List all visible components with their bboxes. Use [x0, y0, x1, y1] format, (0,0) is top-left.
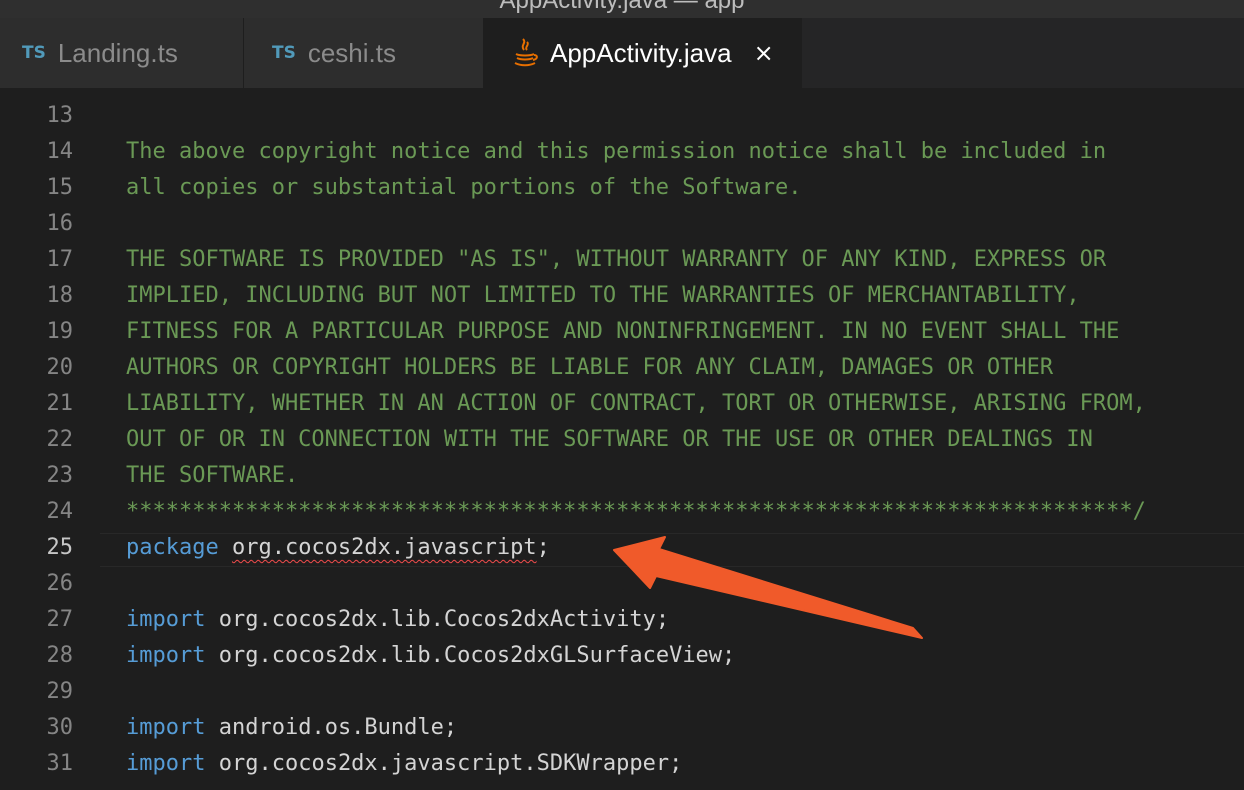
window-titlebar: AppActivity.java — app — [0, 0, 1244, 18]
editor-tab-bar: TS Landing.ts TS ceshi.ts AppActivity.ja… — [0, 18, 1244, 88]
code-editor[interactable]: , , , , , , , , , , , , , 13 14 The abov… — [0, 88, 1244, 790]
ts-file-icon: TS — [272, 43, 296, 63]
semicolon: ; — [536, 535, 550, 560]
code-line: 13 — [0, 98, 1244, 134]
line-number: 19 — [46, 319, 74, 344]
code-text: OUT OF OR IN CONNECTION WITH THE SOFTWAR… — [126, 427, 1093, 452]
line-number: 13 — [46, 103, 74, 128]
code-text: import org.cocos2dx.lib.Cocos2dxActivity… — [126, 602, 669, 638]
code-text: package org.cocos2dx.javascript; — [126, 530, 550, 566]
code-line: 29 — [0, 674, 1244, 710]
line-number: 31 — [46, 751, 74, 776]
code-line: 21 LIABILITY, WHETHER IN AN ACTION OF CO… — [0, 386, 1244, 422]
code-text: all copies or substantial portions of th… — [126, 175, 802, 200]
code-line: 17 THE SOFTWARE IS PROVIDED "AS IS", WIT… — [0, 242, 1244, 278]
line-number: 21 — [46, 391, 74, 416]
tab-label: Landing.ts — [57, 37, 178, 68]
line-number: 28 — [46, 643, 74, 668]
window-title: AppActivity.java — app — [499, 0, 745, 14]
line-number: 30 — [46, 715, 74, 740]
code-text: ****************************************… — [126, 499, 1146, 524]
code-text: import android.os.Bundle; — [126, 710, 457, 746]
code-line: 19 FITNESS FOR A PARTICULAR PURPOSE AND … — [0, 314, 1244, 350]
keyword: import — [126, 643, 206, 668]
code-line: 22 OUT OF OR IN CONNECTION WITH THE SOFT… — [0, 422, 1244, 458]
code-line: 27 import org.cocos2dx.lib.Cocos2dxActiv… — [0, 602, 1244, 638]
code-line: 31 import org.cocos2dx.javascript.SDKWra… — [0, 746, 1244, 782]
import-path: android.os.Bundle; — [218, 715, 458, 740]
code-text: LIABILITY, WHETHER IN AN ACTION OF CONTR… — [126, 391, 1146, 416]
code-text: import org.cocos2dx.lib.Cocos2dxGLSurfac… — [126, 638, 735, 674]
keyword: import — [126, 715, 206, 740]
code-line: 26 — [0, 566, 1244, 602]
keyword: import — [126, 751, 206, 776]
line-number: 25 — [46, 535, 74, 560]
line-number: 26 — [46, 571, 74, 596]
close-tab-icon[interactable]: × — [754, 39, 774, 67]
tab-landing-ts[interactable]: TS Landing.ts — [0, 18, 244, 88]
line-number: 23 — [46, 463, 74, 488]
scrolled-line-fragment: , , , , , , , , , , , , , — [126, 88, 926, 94]
code-line: 24 *************************************… — [0, 494, 1244, 530]
tab-label: AppActivity.java — [550, 37, 732, 68]
code-line: 30 import android.os.Bundle; — [0, 710, 1244, 746]
code-line: 20 AUTHORS OR COPYRIGHT HOLDERS BE LIABL… — [0, 350, 1244, 386]
code-text: THE SOFTWARE. — [126, 463, 299, 488]
code-line: 15 all copies or substantial portions of… — [0, 170, 1244, 206]
line-number: 17 — [46, 247, 74, 272]
code-text: AUTHORS OR COPYRIGHT HOLDERS BE LIABLE F… — [126, 355, 1054, 380]
ts-file-icon: TS — [22, 43, 46, 63]
java-file-icon — [512, 37, 538, 69]
keyword: package — [126, 535, 219, 560]
line-number: 27 — [46, 607, 74, 632]
code-text: FITNESS FOR A PARTICULAR PURPOSE AND NON… — [126, 319, 1120, 344]
code-text: import org.cocos2dx.javascript.SDKWrappe… — [126, 746, 682, 782]
code-line: 23 THE SOFTWARE. — [0, 458, 1244, 494]
line-number: 16 — [46, 211, 74, 236]
line-number: 29 — [46, 679, 74, 704]
import-path: org.cocos2dx.lib.Cocos2dxGLSurfaceView; — [218, 643, 736, 668]
code-line: 28 import org.cocos2dx.lib.Cocos2dxGLSur… — [0, 638, 1244, 674]
import-path: org.cocos2dx.javascript.SDKWrapper; — [218, 751, 683, 776]
code-text: The above copyright notice and this perm… — [126, 139, 1107, 164]
import-path: org.cocos2dx.lib.Cocos2dxActivity; — [218, 607, 670, 632]
tab-label: ceshi.ts — [307, 37, 396, 68]
line-number: 20 — [46, 355, 74, 380]
line-number: 15 — [46, 175, 74, 200]
tab-appactivity-java[interactable]: AppActivity.java × — [484, 18, 802, 88]
error-squiggle-package-name[interactable]: org.cocos2dx.javascript — [232, 535, 537, 560]
line-number: 22 — [46, 427, 74, 452]
line-number: 24 — [46, 499, 74, 524]
keyword: import — [126, 607, 206, 632]
code-line: 18 IMPLIED, INCLUDING BUT NOT LIMITED TO… — [0, 278, 1244, 314]
code-line-current: 25 package org.cocos2dx.javascript; — [0, 530, 1244, 566]
code-line: 16 — [0, 206, 1244, 242]
code-line: 14 The above copyright notice and this p… — [0, 134, 1244, 170]
code-text: IMPLIED, INCLUDING BUT NOT LIMITED TO TH… — [126, 283, 1080, 308]
tab-ceshi-ts[interactable]: TS ceshi.ts — [244, 18, 484, 88]
line-number: 18 — [46, 283, 74, 308]
line-number: 14 — [46, 139, 74, 164]
code-text: THE SOFTWARE IS PROVIDED "AS IS", WITHOU… — [126, 247, 1107, 272]
